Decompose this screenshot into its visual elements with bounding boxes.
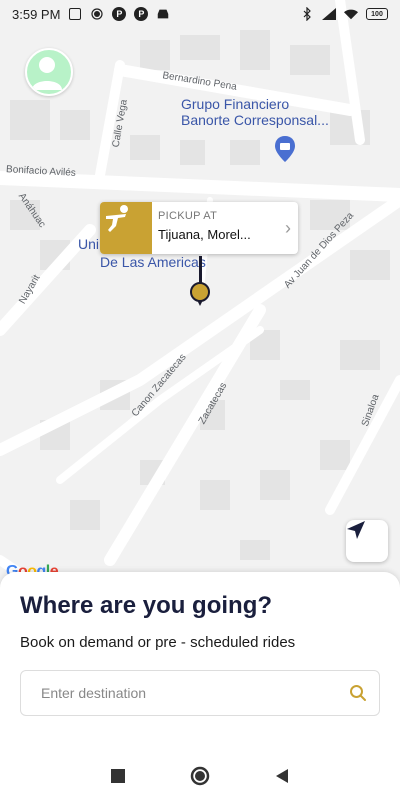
car-icon — [156, 7, 170, 21]
map-view[interactable]: Bernardino Pena Calle Vega Bonifacio Avi… — [0, 0, 400, 600]
circle-icon — [190, 766, 210, 786]
user-avatar-icon — [32, 57, 62, 90]
triangle-back-icon — [276, 769, 288, 783]
signal-icon — [322, 7, 336, 21]
upload-icon — [68, 7, 82, 21]
sheet-title: Where are you going? — [20, 592, 273, 619]
destination-input[interactable] — [39, 684, 349, 702]
bluetooth-icon — [300, 7, 314, 21]
battery-icon: 100 — [366, 8, 388, 20]
place-label: Uni — [78, 236, 100, 252]
person-waving-icon — [106, 205, 128, 232]
destination-field[interactable] — [20, 670, 380, 716]
profile-avatar[interactable] — [25, 48, 73, 96]
sheet-subtitle: Book on demand or pre - scheduled rides — [20, 634, 296, 651]
square-icon — [111, 769, 125, 783]
system-nav-bar — [0, 752, 400, 800]
status-bar: 3:59 PM P P 100 — [0, 0, 400, 28]
back-button[interactable] — [271, 765, 293, 787]
place-label: De Las Americas — [100, 254, 206, 270]
gps-icon — [90, 7, 104, 21]
home-button[interactable] — [189, 765, 211, 787]
pickup-label: PICKUP AT — [158, 210, 218, 222]
status-time: 3:59 PM — [12, 6, 61, 22]
pickup-card[interactable]: PICKUP AT Tijuana, Morel... › — [100, 202, 298, 254]
location-pin-icon — [190, 282, 210, 302]
chevron-right-icon[interactable]: › — [278, 202, 298, 254]
pickup-address: Tijuana, Morel... — [158, 227, 251, 242]
parking-icon: P — [112, 7, 127, 21]
recents-button[interactable] — [107, 765, 129, 787]
search-icon[interactable] — [349, 684, 367, 702]
recenter-button[interactable] — [346, 520, 388, 562]
bank-marker-icon[interactable] — [275, 136, 295, 162]
navigation-arrow-icon — [347, 521, 365, 539]
poi-label[interactable]: Grupo Financiero Banorte Corresponsal... — [181, 96, 329, 128]
pickup-logo — [100, 202, 152, 254]
wifi-icon — [344, 7, 358, 21]
pin-tip — [197, 300, 203, 306]
parking-icon: P — [134, 7, 149, 21]
